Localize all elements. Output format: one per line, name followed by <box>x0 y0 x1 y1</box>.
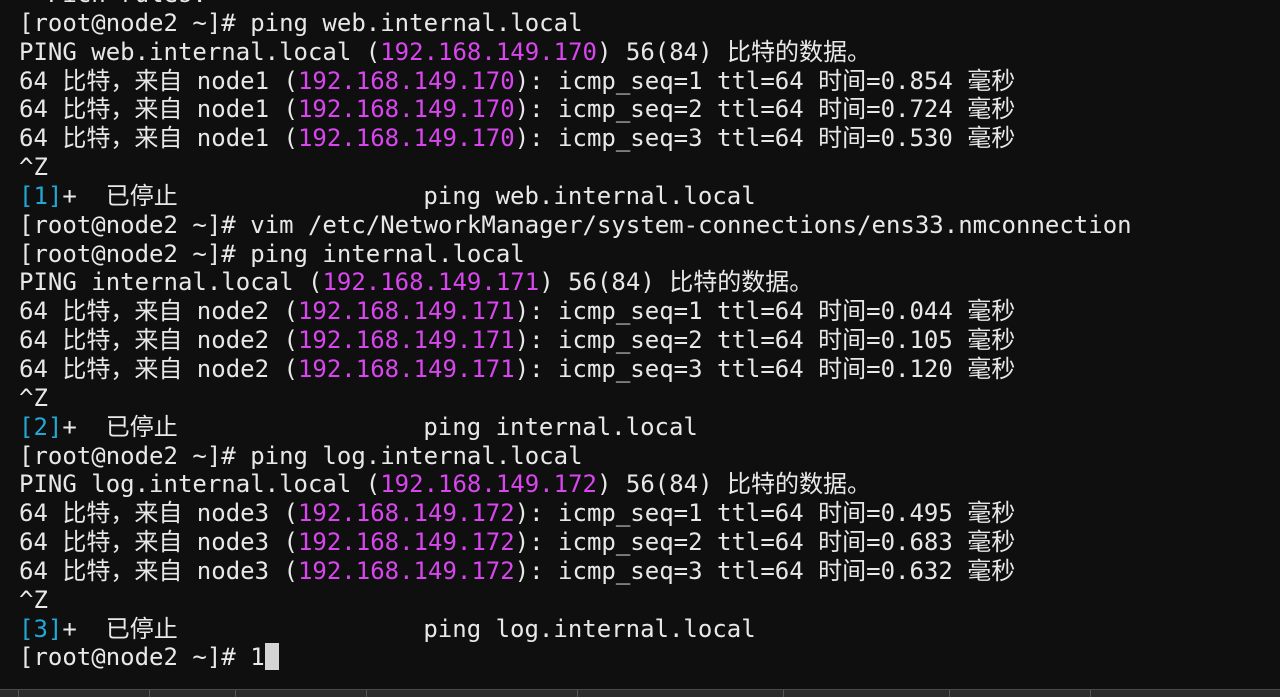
job-number: [1] <box>19 181 63 210</box>
line-text: PING web.internal.local ( <box>19 37 381 66</box>
terminal-output: Pich rules.[root@node2 ~]# ping web.inte… <box>19 0 1280 672</box>
status-bar-segment <box>19 690 150 697</box>
terminal-line: [root@node2 ~]# ping internal.local <box>19 240 1280 269</box>
status-bar-segment <box>0 690 19 697</box>
shell-prompt: [root@node2 ~]# <box>19 643 251 672</box>
terminal-line: 64 比特，来自 node1 (192.168.149.170): icmp_s… <box>19 95 1280 124</box>
ip-address: 192.168.149.171 <box>297 354 515 383</box>
terminal-line: ^Z <box>19 384 1280 413</box>
command-input[interactable]: 1 <box>250 643 264 671</box>
terminal-line: ^Z <box>19 153 1280 182</box>
line-text: 64 比特，来自 node1 ( <box>19 95 298 124</box>
text-cursor <box>264 643 279 671</box>
ip-address: 192.168.149.172 <box>297 499 515 528</box>
line-text: ): icmp_seq=2 ttl=64 时间=0.724 毫秒 <box>514 95 1016 124</box>
line-text: PING internal.local ( <box>19 268 323 297</box>
ip-address: 192.168.149.170 <box>380 37 597 66</box>
ip-address: 192.168.149.171 <box>297 326 515 355</box>
status-bar <box>0 689 1280 697</box>
line-text: ): icmp_seq=2 ttl=64 时间=0.683 毫秒 <box>514 528 1016 557</box>
line-text: ): icmp_seq=1 ttl=64 时间=0.854 毫秒 <box>514 66 1016 95</box>
line-text: 64 比特，来自 node3 ( <box>19 528 298 557</box>
status-bar-segment <box>784 690 950 697</box>
ip-address: 192.168.149.171 <box>297 297 515 326</box>
line-text: ^Z <box>19 585 48 614</box>
terminal-line: [root@node2 ~]# vim /etc/NetworkManager/… <box>19 211 1280 240</box>
command-prompt-line[interactable]: [root@node2 ~]# 1 <box>19 643 1280 672</box>
terminal-line: 64 比特，来自 node1 (192.168.149.170): icmp_s… <box>19 67 1280 96</box>
line-text: [root@node2 ~]# vim /etc/NetworkManager/… <box>19 210 1132 239</box>
ip-address: 192.168.149.171 <box>322 268 540 297</box>
terminal-line: [1]+ 已停止 ping web.internal.local <box>19 182 1280 211</box>
terminal-line: ^Z <box>19 586 1280 615</box>
terminal-line: [root@node2 ~]# ping log.internal.local <box>19 442 1280 471</box>
line-text: ): icmp_seq=1 ttl=64 时间=0.495 毫秒 <box>514 499 1016 528</box>
line-text: 64 比特，来自 node2 ( <box>19 354 298 383</box>
terminal-line: 64 比特，来自 node3 (192.168.149.172): icmp_s… <box>19 557 1280 586</box>
ip-address: 192.168.149.172 <box>380 470 597 499</box>
line-text: 64 比特，来自 node2 ( <box>19 326 298 355</box>
line-text: ) 56(84) 比特的数据。 <box>539 268 814 297</box>
terminal-line: PING log.internal.local (192.168.149.172… <box>19 470 1280 499</box>
job-status-text: + 已停止 ping web.internal.local <box>62 181 756 210</box>
ip-address: 192.168.149.170 <box>297 66 515 95</box>
job-status-text: + 已停止 ping internal.local <box>62 412 698 441</box>
line-text: ): icmp_seq=3 ttl=64 时间=0.530 毫秒 <box>514 124 1016 153</box>
status-bar-segment <box>236 690 367 697</box>
line-text: 64 比特，来自 node1 ( <box>19 66 298 95</box>
status-bar-segment <box>367 690 578 697</box>
terminal-line: 64 比特，来自 node2 (192.168.149.171): icmp_s… <box>19 297 1280 326</box>
terminal-line: [3]+ 已停止 ping log.internal.local <box>19 615 1280 644</box>
job-status-text: + 已停止 ping log.internal.local <box>62 614 756 643</box>
terminal-line: 64 比特，来自 node2 (192.168.149.171): icmp_s… <box>19 326 1280 355</box>
line-text: [root@node2 ~]# ping log.internal.local <box>19 441 583 470</box>
status-bar-segment <box>950 690 1091 697</box>
status-bar-segment <box>150 690 236 697</box>
line-text: ): icmp_seq=3 ttl=64 时间=0.632 毫秒 <box>514 556 1016 585</box>
terminal-line: [root@node2 ~]# ping web.internal.local <box>19 9 1280 38</box>
terminal-line: PING internal.local (192.168.149.171) 56… <box>19 268 1280 297</box>
line-text: 64 比特，来自 node1 ( <box>19 124 298 153</box>
line-text: PING log.internal.local ( <box>19 470 381 499</box>
terminal-line: 64 比特，来自 node1 (192.168.149.170): icmp_s… <box>19 124 1280 153</box>
line-text: ) 56(84) 比特的数据。 <box>596 37 872 66</box>
line-text: 64 比特，来自 node3 ( <box>19 556 298 585</box>
terminal-line: Pich rules. <box>19 0 1280 9</box>
terminal-window[interactable]: Pich rules.[root@node2 ~]# ping web.inte… <box>0 0 1280 697</box>
terminal-line: 64 比特，来自 node3 (192.168.149.172): icmp_s… <box>19 499 1280 528</box>
line-text: ^Z <box>19 153 48 182</box>
line-text: 64 比特，来自 node3 ( <box>19 499 298 528</box>
ip-address: 192.168.149.172 <box>297 528 515 557</box>
line-text: ^Z <box>19 383 48 412</box>
terminal-line: 64 比特，来自 node2 (192.168.149.171): icmp_s… <box>19 355 1280 384</box>
terminal-line: PING web.internal.local (192.168.149.170… <box>19 38 1280 67</box>
line-text: ): icmp_seq=3 ttl=64 时间=0.120 毫秒 <box>514 354 1016 383</box>
line-text: ): icmp_seq=1 ttl=64 时间=0.044 毫秒 <box>514 297 1016 326</box>
ip-address: 192.168.149.172 <box>297 556 515 585</box>
job-number: [2] <box>19 412 63 441</box>
ip-address: 192.168.149.170 <box>297 95 515 124</box>
ip-address: 192.168.149.170 <box>297 124 515 153</box>
line-text: ) 56(84) 比特的数据。 <box>596 470 872 499</box>
terminal-line: 64 比特，来自 node3 (192.168.149.172): icmp_s… <box>19 528 1280 557</box>
line-text: Pich rules. <box>19 0 207 8</box>
line-text: [root@node2 ~]# ping web.internal.local <box>19 8 583 37</box>
line-text: [root@node2 ~]# ping internal.local <box>19 239 525 268</box>
line-text: ): icmp_seq=2 ttl=64 时间=0.105 毫秒 <box>514 326 1016 355</box>
status-bar-segment <box>578 690 784 697</box>
line-text: 64 比特，来自 node2 ( <box>19 297 298 326</box>
terminal-line: [2]+ 已停止 ping internal.local <box>19 413 1280 442</box>
job-number: [3] <box>19 614 63 643</box>
